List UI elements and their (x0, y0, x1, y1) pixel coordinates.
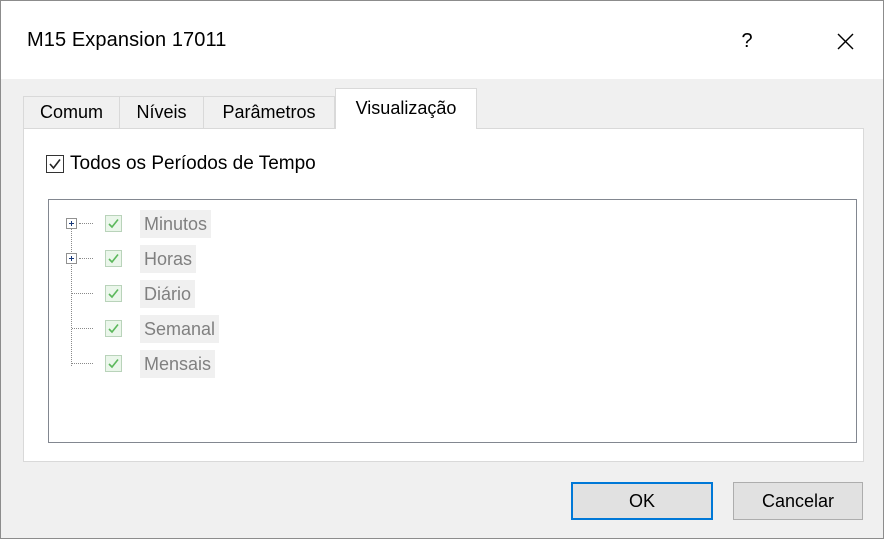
all-periods-option[interactable]: Todos os Períodos de Tempo (46, 151, 316, 177)
expand-icon[interactable] (66, 253, 77, 264)
tab-visualizacao[interactable]: Visualização (335, 88, 477, 129)
mensais-checkbox[interactable] (105, 355, 122, 372)
tree-connector (79, 258, 93, 259)
tree-item-label: Mensais (140, 350, 216, 378)
timeframe-tree[interactable]: Minutos Horas Diário Semanal Mensais (48, 199, 857, 443)
tree-item-label: Horas (140, 245, 197, 273)
checkmark-icon (108, 359, 119, 369)
tab-parametros[interactable]: Parâmetros (203, 96, 335, 128)
checkmark-icon (108, 324, 119, 334)
expand-icon[interactable] (66, 218, 77, 229)
horas-checkbox[interactable] (105, 250, 122, 267)
semanal-checkbox[interactable] (105, 320, 122, 337)
checkmark-icon (108, 289, 119, 299)
tree-connector (72, 328, 93, 329)
close-button[interactable] (821, 19, 869, 63)
checkmark-icon (108, 219, 119, 229)
tree-connector (72, 293, 93, 294)
tab-panel-visualizacao: Todos os Períodos de Tempo Minutos Horas… (23, 128, 864, 462)
window-title: M15 Expansion 17011 (27, 29, 227, 51)
checkmark-icon (49, 159, 61, 170)
all-periods-checkbox[interactable] (46, 155, 64, 173)
close-icon (837, 33, 854, 50)
all-periods-label: Todos os Períodos de Tempo (70, 153, 316, 174)
cancel-button[interactable]: Cancelar (733, 482, 863, 520)
ok-button[interactable]: OK (571, 482, 713, 520)
title-bar: M15 Expansion 17011 ? (1, 1, 883, 79)
dialog-window: M15 Expansion 17011 ? Comum Níveis Parâm… (0, 0, 884, 539)
diario-checkbox[interactable] (105, 285, 122, 302)
tree-connector (79, 223, 93, 224)
tab-comum[interactable]: Comum (23, 96, 120, 128)
minutos-checkbox[interactable] (105, 215, 122, 232)
tab-niveis[interactable]: Níveis (119, 96, 204, 128)
tree-item-label: Minutos (140, 210, 212, 238)
checkmark-icon (108, 254, 119, 264)
help-button[interactable]: ? (723, 19, 771, 63)
tree-item-label: Diário (140, 280, 196, 308)
tree-connector-line (71, 228, 72, 366)
tree-connector (72, 363, 93, 364)
tree-item-label: Semanal (140, 315, 220, 343)
